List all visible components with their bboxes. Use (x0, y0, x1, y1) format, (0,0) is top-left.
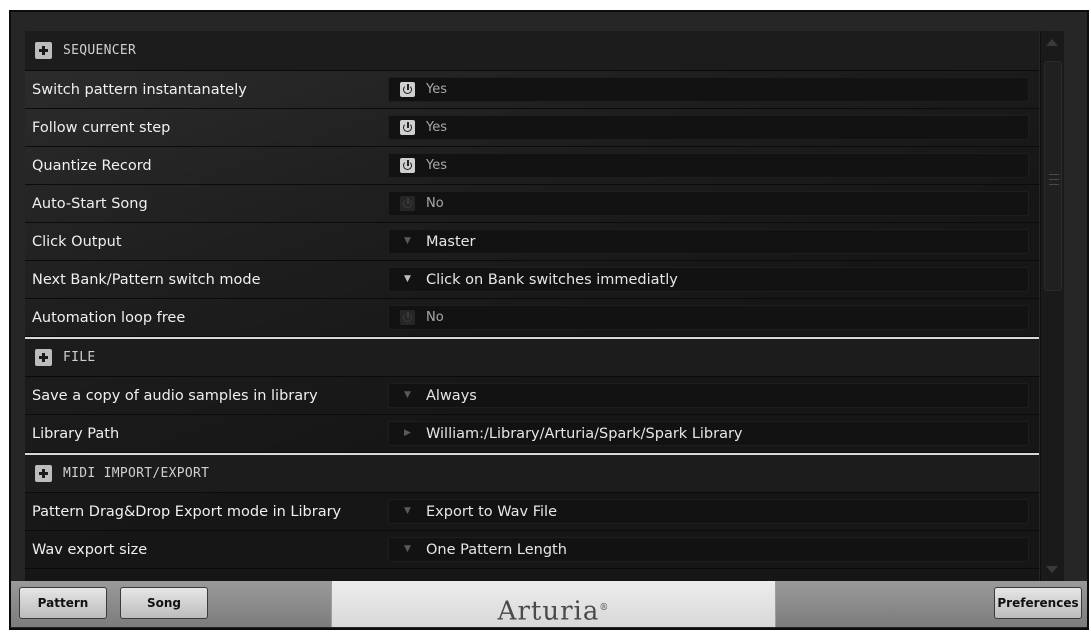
setting-label: Wav export size (32, 541, 148, 558)
setting-value: William:/Library/Arturia/Spark/Spark Lib… (426, 425, 743, 442)
power-toggle-icon[interactable] (400, 196, 415, 211)
setting-value: No (426, 310, 444, 325)
dropdown-arrow-icon[interactable]: ▼ (404, 237, 411, 246)
setting-value: Always (426, 387, 477, 404)
section-header-midi[interactable]: MIDI IMPORT/EXPORT (25, 453, 1039, 493)
setting-value-field[interactable]: Yes (388, 115, 1029, 140)
power-toggle-icon[interactable] (400, 120, 415, 135)
setting-label: Click Output (32, 233, 122, 250)
setting-value-dropdown[interactable]: ▼ Click on Bank switches immediatly (388, 267, 1029, 292)
setting-label: Save a copy of audio samples in library (32, 387, 318, 404)
power-toggle-icon[interactable] (400, 82, 415, 97)
setting-label: Next Bank/Pattern switch mode (32, 271, 261, 288)
setting-value-field[interactable]: No (388, 305, 1029, 330)
setting-row-follow-step: Follow current step Yes (25, 109, 1039, 147)
setting-value-dropdown[interactable]: ▼ One Pattern Length (388, 537, 1029, 562)
setting-value: Yes (426, 120, 447, 135)
setting-value-dropdown[interactable]: ▼ Always (388, 383, 1029, 408)
scroll-up-arrow-icon[interactable] (1046, 39, 1058, 46)
power-toggle-icon[interactable] (400, 158, 415, 173)
setting-row-click-output: Click Output ▼ Master (25, 223, 1039, 261)
pattern-button[interactable]: Pattern (19, 587, 107, 619)
bottom-toolbar: Pattern Song Arturia® Preferences (11, 581, 1087, 627)
section-header-file[interactable]: FILE (25, 337, 1039, 377)
setting-row-drag-drop-export: Pattern Drag&Drop Export mode in Library… (25, 493, 1039, 531)
setting-value-field[interactable]: No (388, 191, 1029, 216)
section-title: FILE (63, 350, 96, 365)
section-title: MIDI IMPORT/EXPORT (63, 466, 210, 481)
dropdown-arrow-icon[interactable]: ▼ (404, 391, 411, 400)
setting-value: Yes (426, 158, 447, 173)
vertical-scrollbar[interactable] (1040, 31, 1064, 581)
preferences-button[interactable]: Preferences (994, 587, 1082, 619)
dropdown-arrow-icon[interactable]: ▼ (404, 275, 411, 284)
scroll-down-arrow-icon[interactable] (1046, 566, 1058, 573)
setting-label: Follow current step (32, 119, 171, 136)
setting-value: No (426, 196, 444, 211)
section-title: SEQUENCER (63, 43, 137, 58)
setting-value: Export to Wav File (426, 503, 557, 520)
setting-label: Automation loop free (32, 309, 186, 326)
dropdown-arrow-icon[interactable]: ▼ (404, 545, 411, 554)
setting-value: Yes (426, 82, 447, 97)
preferences-panel: SEQUENCER Switch pattern instantanately … (25, 31, 1039, 581)
path-arrow-icon[interactable]: ▶ (404, 429, 411, 438)
setting-value-field[interactable]: Yes (388, 77, 1029, 102)
setting-value-dropdown[interactable]: ▼ Master (388, 229, 1029, 254)
setting-label: Auto-Start Song (32, 195, 148, 212)
setting-row-wav-export-size: Wav export size ▼ One Pattern Length (25, 531, 1039, 569)
arturia-logo: Arturia® (498, 593, 610, 627)
setting-value: One Pattern Length (426, 541, 567, 558)
logo-text: Arturia (497, 597, 600, 627)
expand-plus-icon[interactable] (35, 465, 52, 482)
setting-label: Library Path (32, 425, 120, 442)
setting-row-save-copy: Save a copy of audio samples in library … (25, 377, 1039, 415)
grip-line (1049, 179, 1059, 180)
expand-plus-icon[interactable] (35, 349, 52, 366)
scroll-thumb[interactable] (1044, 61, 1062, 291)
expand-plus-icon[interactable] (35, 42, 52, 59)
setting-row-auto-start-song: Auto-Start Song No (25, 185, 1039, 223)
section-header-sequencer[interactable]: SEQUENCER (25, 31, 1039, 71)
dropdown-arrow-icon[interactable]: ▼ (404, 507, 411, 516)
song-button[interactable]: Song (120, 587, 208, 619)
power-toggle-icon[interactable] (400, 310, 415, 325)
setting-value-path[interactable]: ▶ William:/Library/Arturia/Spark/Spark L… (388, 421, 1029, 446)
setting-label: Pattern Drag&Drop Export mode in Library (32, 503, 342, 520)
setting-value-field[interactable]: Yes (388, 153, 1029, 178)
registered-mark: ® (599, 603, 610, 614)
setting-row-bank-pattern-switch: Next Bank/Pattern switch mode ▼ Click on… (25, 261, 1039, 299)
logo-plate: Arturia® (331, 581, 776, 627)
setting-row-library-path: Library Path ▶ William:/Library/Arturia/… (25, 415, 1039, 453)
setting-value: Master (426, 233, 476, 250)
grip-line (1049, 174, 1059, 175)
setting-label: Quantize Record (32, 157, 152, 174)
setting-row-quantize-record: Quantize Record Yes (25, 147, 1039, 185)
setting-row-automation-loop: Automation loop free No (25, 299, 1039, 337)
grip-line (1049, 184, 1059, 185)
setting-row-switch-pattern: Switch pattern instantanately Yes (25, 71, 1039, 109)
setting-value: Click on Bank switches immediatly (426, 271, 678, 288)
setting-value-dropdown[interactable]: ▼ Export to Wav File (388, 499, 1029, 524)
setting-label: Switch pattern instantanately (32, 81, 247, 98)
